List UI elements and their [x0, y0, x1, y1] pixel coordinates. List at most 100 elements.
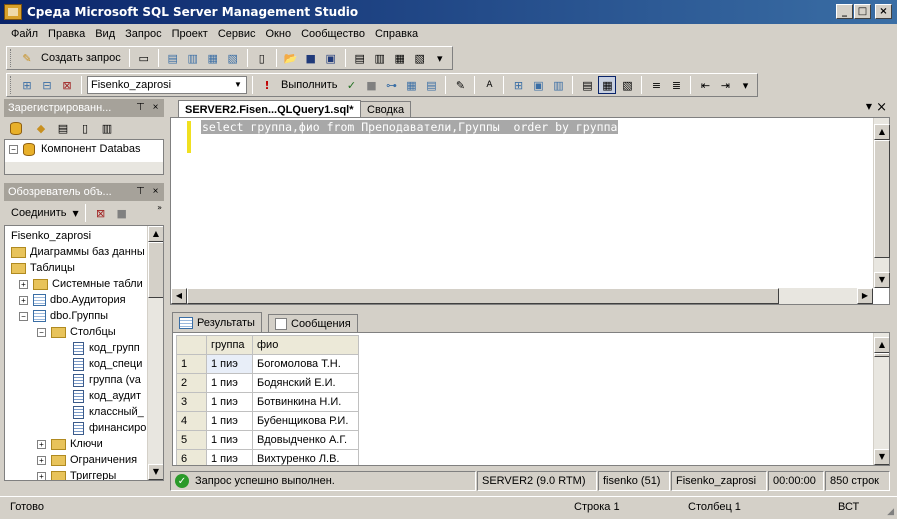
tree-item-column[interactable]: код_групп — [5, 340, 145, 356]
disconnect-icon[interactable]: ⊟ — [38, 76, 56, 94]
tree-item-column[interactable]: код_специ — [5, 356, 145, 372]
table-cell[interactable]: Вдовыдченко А.Г. — [252, 430, 359, 450]
change-connection-icon[interactable]: ⊠ — [58, 76, 76, 94]
row-header-corner[interactable] — [176, 335, 207, 355]
scroll-thumb[interactable] — [874, 353, 889, 357]
include-plan-icon[interactable]: ⊞ — [509, 76, 527, 94]
collapse-icon[interactable]: − — [19, 311, 28, 321]
results-to-grid-icon[interactable]: ▦ — [598, 76, 617, 94]
row-number[interactable]: 6 — [176, 449, 207, 465]
dmx-query-icon[interactable]: ▦ — [204, 49, 222, 67]
query-text[interactable]: select группа,фио from Преподаватели,Гру… — [201, 120, 619, 134]
sql-mobile-icon[interactable]: ▯ — [76, 119, 94, 137]
query-designer-icon[interactable]: ▦ — [402, 76, 420, 94]
table-row[interactable]: 5 1 пиэ Вдовыдченко А.Г. — [176, 430, 359, 450]
chevron-down-icon[interactable]: ▼ — [231, 78, 245, 92]
table-cell[interactable]: Ботвинкина Н.И. — [252, 392, 359, 412]
tree-item-table-auditoria[interactable]: + dbo.Аудитория — [5, 292, 145, 308]
resize-grip-icon[interactable]: ◢ — [887, 507, 894, 517]
tree-item-system-tables[interactable]: + Системные табли — [5, 276, 145, 292]
query-editor[interactable]: select группа,фио from Преподаватели,Гру… — [170, 117, 890, 305]
table-cell[interactable]: 1 пиэ — [206, 449, 253, 465]
db-engine-icon[interactable] — [10, 121, 22, 135]
intellisense-icon[interactable]: ✎ — [451, 76, 469, 94]
table-cell[interactable]: 1 пиэ — [206, 373, 253, 393]
scroll-right-icon[interactable]: ▶ — [857, 288, 873, 304]
tree-item-diagrams[interactable]: Диаграммы баз данны — [5, 244, 145, 260]
uncomment-icon[interactable]: ≣ — [667, 76, 685, 94]
close-icon[interactable]: × — [149, 101, 162, 114]
horizontal-scrollbar[interactable] — [5, 162, 163, 174]
menu-tools[interactable]: Сервис — [213, 28, 261, 40]
chevron-down-icon[interactable]: ▼ — [73, 209, 79, 218]
collapse-icon[interactable]: − — [37, 327, 46, 337]
tree-item-constraints[interactable]: + Ограничения — [5, 452, 145, 468]
scroll-thumb[interactable] — [874, 140, 890, 258]
column-header[interactable]: группа — [206, 335, 253, 355]
tree-item-database-engine[interactable]: − Компонент Databas — [5, 141, 163, 157]
toolbar-overflow-icon[interactable]: » — [157, 203, 162, 212]
column-header[interactable]: фио — [252, 335, 359, 355]
connect-button[interactable]: Соединить — [8, 207, 70, 219]
table-cell[interactable]: 1 пиэ — [206, 411, 253, 431]
tree-item-database[interactable]: Fisenko_zaprosi — [5, 228, 145, 244]
row-number[interactable]: 2 — [176, 373, 207, 393]
menu-view[interactable]: Вид — [90, 28, 120, 40]
results-to-file-icon[interactable]: ▧ — [618, 76, 636, 94]
open-file-icon[interactable]: 📂 — [282, 49, 300, 67]
vertical-scrollbar[interactable]: ▲ ▼ — [147, 226, 163, 480]
tab-summary[interactable]: Сводка — [360, 101, 412, 118]
menu-file[interactable]: Файл — [6, 28, 43, 40]
tab-list-icon[interactable]: ▼ — [866, 102, 872, 111]
horizontal-scrollbar[interactable]: ◀ ▶ — [171, 288, 873, 304]
database-select[interactable]: Fisenko_zaprosi ▼ — [87, 76, 247, 94]
object-explorer-icon[interactable]: ▥ — [371, 49, 389, 67]
xmla-query-icon[interactable]: ▧ — [224, 49, 242, 67]
analysis-services-icon[interactable]: ◆ — [32, 119, 50, 137]
toolbar-options-icon[interactable]: ▾ — [736, 76, 754, 94]
table-cell[interactable]: 1 пиэ — [206, 392, 253, 412]
tree-item-column[interactable]: классный_ — [5, 404, 145, 420]
expand-icon[interactable]: + — [37, 439, 46, 449]
toolbar-options-icon[interactable]: ▾ — [431, 49, 449, 67]
scroll-thumb[interactable] — [148, 242, 163, 298]
vertical-scrollbar[interactable]: ▲ ▼ — [873, 333, 889, 465]
row-number[interactable]: 1 — [176, 354, 207, 374]
properties-icon[interactable]: ▧ — [411, 49, 429, 67]
tab-messages[interactable]: Сообщения — [268, 314, 358, 332]
minimize-button[interactable]: _ — [836, 4, 853, 19]
tree-item-column[interactable]: группа (va — [5, 372, 145, 388]
db-engine-query-icon[interactable]: ▤ — [164, 49, 182, 67]
table-cell[interactable]: Богомолова Т.Н. — [252, 354, 359, 374]
tree-item-column[interactable]: финансиро — [5, 420, 146, 436]
sql-mobile-icon[interactable]: ▯ — [253, 49, 271, 67]
query-options-icon[interactable]: ▤ — [422, 76, 440, 94]
close-icon[interactable]: × — [876, 100, 887, 115]
menu-window[interactable]: Окно — [261, 28, 297, 40]
tree-item-columns[interactable]: − Столбцы — [5, 324, 145, 340]
row-number[interactable]: 4 — [176, 411, 207, 431]
template-explorer-icon[interactable]: ▦ — [391, 49, 409, 67]
tree-item-triggers[interactable]: + Триггеры — [5, 468, 145, 480]
display-plan-icon[interactable]: ⊶ — [382, 76, 400, 94]
expand-icon[interactable]: + — [19, 279, 28, 289]
integration-services-icon[interactable]: ▥ — [98, 119, 116, 137]
maximize-button[interactable]: □ — [854, 4, 871, 19]
menu-help[interactable]: Справка — [370, 28, 423, 40]
toolbar-grip[interactable] — [10, 49, 13, 67]
decrease-indent-icon[interactable]: ⇤ — [696, 76, 714, 94]
menu-query[interactable]: Запрос — [120, 28, 166, 40]
pin-icon[interactable]: ⊤ — [134, 185, 147, 198]
table-row[interactable]: 4 1 пиэ Бубенщикова Р.И. — [176, 411, 359, 431]
pin-icon[interactable]: ⊤ — [134, 101, 147, 114]
menu-project[interactable]: Проект — [167, 28, 213, 40]
tree-item-tables[interactable]: Таблицы — [5, 260, 145, 276]
table-row[interactable]: 6 1 пиэ Вихтуренко Л.В. — [176, 449, 359, 465]
connect-icon[interactable]: ⊞ — [18, 76, 36, 94]
row-number[interactable]: 5 — [176, 430, 207, 450]
vertical-scrollbar[interactable]: ▲ ▼ — [873, 118, 890, 288]
stop-icon[interactable]: ■ — [113, 204, 131, 222]
menu-edit[interactable]: Правка — [43, 28, 90, 40]
save-icon[interactable]: ■ — [302, 49, 320, 67]
tab-query[interactable]: SERVER2.Fisen...QLQuery1.sql* — [178, 100, 361, 118]
